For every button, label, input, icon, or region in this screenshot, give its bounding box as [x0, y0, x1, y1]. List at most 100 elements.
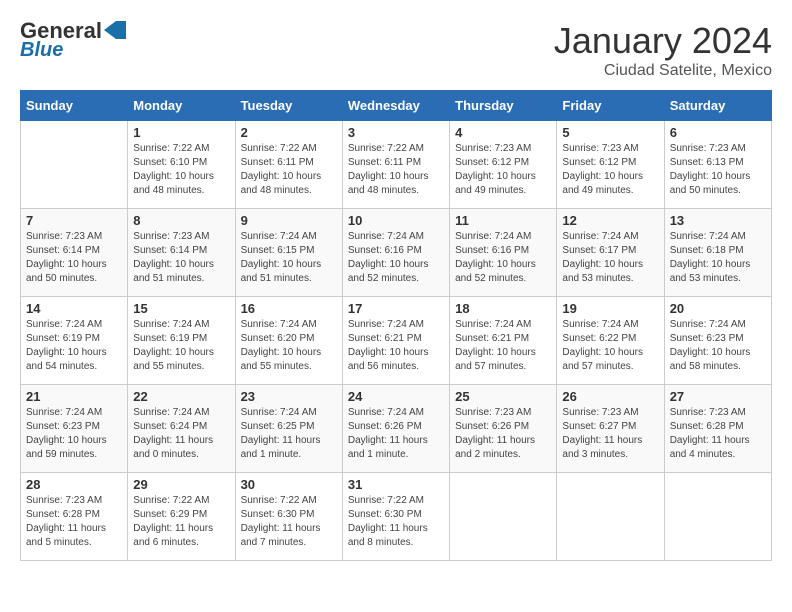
- calendar-week-row: 7 Sunrise: 7:23 AM Sunset: 6:14 PM Daylig…: [21, 209, 772, 297]
- day-info: Sunrise: 7:24 AM Sunset: 6:16 PM Dayligh…: [455, 230, 551, 286]
- calendar-day-cell: 3 Sunrise: 7:22 AM Sunset: 6:11 PM Daylig…: [342, 121, 449, 209]
- calendar-day-cell: 19 Sunrise: 7:24 AM Sunset: 6:22 PM Dayli…: [557, 297, 664, 385]
- day-number: 26: [562, 389, 658, 404]
- logo-text-blue: Blue: [20, 40, 63, 60]
- day-info: Sunrise: 7:24 AM Sunset: 6:23 PM Dayligh…: [26, 406, 122, 462]
- day-info: Sunrise: 7:22 AM Sunset: 6:10 PM Dayligh…: [133, 142, 229, 198]
- day-number: 25: [455, 389, 551, 404]
- day-number: 12: [562, 213, 658, 228]
- calendar-day-cell: 27 Sunrise: 7:23 AM Sunset: 6:28 PM Dayli…: [664, 385, 771, 473]
- calendar-day-cell: 21Sunrise: 7:24 AM Sunset: 6:23 PM Dayli…: [21, 385, 128, 473]
- calendar-day-cell: 23 Sunrise: 7:24 AM Sunset: 6:25 PM Dayli…: [235, 385, 342, 473]
- calendar-day-cell: 14 Sunrise: 7:24 AM Sunset: 6:19 PM Dayli…: [21, 297, 128, 385]
- calendar-week-row: 14 Sunrise: 7:24 AM Sunset: 6:19 PM Dayli…: [21, 297, 772, 385]
- calendar-day-cell: 1 Sunrise: 7:22 AM Sunset: 6:10 PM Daylig…: [128, 121, 235, 209]
- calendar-day-cell: 22 Sunrise: 7:24 AM Sunset: 6:24 PM Dayli…: [128, 385, 235, 473]
- day-info: Sunrise: 7:24 AM Sunset: 6:19 PM Dayligh…: [133, 318, 229, 374]
- day-info: Sunrise: 7:22 AM Sunset: 6:30 PM Dayligh…: [241, 494, 337, 550]
- day-number: 23: [241, 389, 337, 404]
- day-info: Sunrise: 7:23 AM Sunset: 6:12 PM Dayligh…: [562, 142, 658, 198]
- day-info: Sunrise: 7:24 AM Sunset: 6:23 PM Dayligh…: [670, 318, 766, 374]
- column-header-sunday: Sunday: [21, 91, 128, 121]
- day-info: Sunrise: 7:24 AM Sunset: 6:21 PM Dayligh…: [455, 318, 551, 374]
- column-header-thursday: Thursday: [450, 91, 557, 121]
- day-info: Sunrise: 7:24 AM Sunset: 6:21 PM Dayligh…: [348, 318, 444, 374]
- day-info: Sunrise: 7:24 AM Sunset: 6:22 PM Dayligh…: [562, 318, 658, 374]
- calendar-day-cell: [450, 473, 557, 561]
- day-info: Sunrise: 7:24 AM Sunset: 6:25 PM Dayligh…: [241, 406, 337, 462]
- page-header: General Blue January 2024 Ciudad Satelit…: [20, 20, 772, 80]
- calendar-day-cell: 10Sunrise: 7:24 AM Sunset: 6:16 PM Dayli…: [342, 209, 449, 297]
- calendar-day-cell: 25 Sunrise: 7:23 AM Sunset: 6:26 PM Dayli…: [450, 385, 557, 473]
- day-number: 3: [348, 125, 444, 140]
- day-number: 6: [670, 125, 766, 140]
- day-number: 4: [455, 125, 551, 140]
- calendar-day-cell: 15Sunrise: 7:24 AM Sunset: 6:19 PM Dayli…: [128, 297, 235, 385]
- logo-icon: [104, 21, 126, 39]
- calendar-day-cell: 24 Sunrise: 7:24 AM Sunset: 6:26 PM Dayli…: [342, 385, 449, 473]
- calendar-day-cell: 13 Sunrise: 7:24 AM Sunset: 6:18 PM Dayli…: [664, 209, 771, 297]
- day-number: 17: [348, 301, 444, 316]
- day-info: Sunrise: 7:24 AM Sunset: 6:18 PM Dayligh…: [670, 230, 766, 286]
- day-info: Sunrise: 7:24 AM Sunset: 6:20 PM Dayligh…: [241, 318, 337, 374]
- day-info: Sunrise: 7:23 AM Sunset: 6:14 PM Dayligh…: [133, 230, 229, 286]
- day-info: Sunrise: 7:24 AM Sunset: 6:16 PM Dayligh…: [348, 230, 444, 286]
- day-info: Sunrise: 7:23 AM Sunset: 6:14 PM Dayligh…: [26, 230, 122, 286]
- day-number: 1: [133, 125, 229, 140]
- column-header-monday: Monday: [128, 91, 235, 121]
- day-number: 9: [241, 213, 337, 228]
- column-header-friday: Friday: [557, 91, 664, 121]
- calendar-day-cell: 7 Sunrise: 7:23 AM Sunset: 6:14 PM Daylig…: [21, 209, 128, 297]
- day-info: Sunrise: 7:23 AM Sunset: 6:13 PM Dayligh…: [670, 142, 766, 198]
- day-number: 27: [670, 389, 766, 404]
- day-number: 31: [348, 477, 444, 492]
- calendar-day-cell: 6 Sunrise: 7:23 AM Sunset: 6:13 PM Daylig…: [664, 121, 771, 209]
- day-info: Sunrise: 7:22 AM Sunset: 6:29 PM Dayligh…: [133, 494, 229, 550]
- calendar-day-cell: 17 Sunrise: 7:24 AM Sunset: 6:21 PM Dayli…: [342, 297, 449, 385]
- day-info: Sunrise: 7:24 AM Sunset: 6:24 PM Dayligh…: [133, 406, 229, 462]
- day-number: 13: [670, 213, 766, 228]
- calendar-day-cell: 30 Sunrise: 7:22 AM Sunset: 6:30 PM Dayli…: [235, 473, 342, 561]
- calendar-day-cell: [664, 473, 771, 561]
- calendar-day-cell: 20Sunrise: 7:24 AM Sunset: 6:23 PM Dayli…: [664, 297, 771, 385]
- calendar-table: SundayMondayTuesdayWednesdayThursdayFrid…: [20, 90, 772, 561]
- day-info: Sunrise: 7:22 AM Sunset: 6:11 PM Dayligh…: [348, 142, 444, 198]
- calendar-day-cell: 11 Sunrise: 7:24 AM Sunset: 6:16 PM Dayli…: [450, 209, 557, 297]
- day-number: 14: [26, 301, 122, 316]
- calendar-day-cell: 12 Sunrise: 7:24 AM Sunset: 6:17 PM Dayli…: [557, 209, 664, 297]
- day-info: Sunrise: 7:24 AM Sunset: 6:17 PM Dayligh…: [562, 230, 658, 286]
- day-number: 29: [133, 477, 229, 492]
- day-number: 30: [241, 477, 337, 492]
- day-info: Sunrise: 7:23 AM Sunset: 6:27 PM Dayligh…: [562, 406, 658, 462]
- day-number: 7: [26, 213, 122, 228]
- calendar-day-cell: 28Sunrise: 7:23 AM Sunset: 6:28 PM Dayli…: [21, 473, 128, 561]
- day-info: Sunrise: 7:24 AM Sunset: 6:19 PM Dayligh…: [26, 318, 122, 374]
- calendar-day-cell: 16 Sunrise: 7:24 AM Sunset: 6:20 PM Dayli…: [235, 297, 342, 385]
- day-number: 18: [455, 301, 551, 316]
- calendar-day-cell: 8 Sunrise: 7:23 AM Sunset: 6:14 PM Daylig…: [128, 209, 235, 297]
- calendar-day-cell: 29 Sunrise: 7:22 AM Sunset: 6:29 PM Dayli…: [128, 473, 235, 561]
- calendar-week-row: 1 Sunrise: 7:22 AM Sunset: 6:10 PM Daylig…: [21, 121, 772, 209]
- calendar-day-cell: 4Sunrise: 7:23 AM Sunset: 6:12 PM Daylig…: [450, 121, 557, 209]
- calendar-day-cell: [21, 121, 128, 209]
- day-info: Sunrise: 7:24 AM Sunset: 6:26 PM Dayligh…: [348, 406, 444, 462]
- calendar-day-cell: 9Sunrise: 7:24 AM Sunset: 6:15 PM Daylig…: [235, 209, 342, 297]
- calendar-day-cell: [557, 473, 664, 561]
- day-number: 8: [133, 213, 229, 228]
- day-info: Sunrise: 7:23 AM Sunset: 6:26 PM Dayligh…: [455, 406, 551, 462]
- day-info: Sunrise: 7:22 AM Sunset: 6:30 PM Dayligh…: [348, 494, 444, 550]
- calendar-day-cell: 18 Sunrise: 7:24 AM Sunset: 6:21 PM Dayli…: [450, 297, 557, 385]
- day-number: 5: [562, 125, 658, 140]
- day-number: 22: [133, 389, 229, 404]
- calendar-day-cell: 5 Sunrise: 7:23 AM Sunset: 6:12 PM Daylig…: [557, 121, 664, 209]
- calendar-day-cell: 2Sunrise: 7:22 AM Sunset: 6:11 PM Daylig…: [235, 121, 342, 209]
- calendar-week-row: 21Sunrise: 7:24 AM Sunset: 6:23 PM Dayli…: [21, 385, 772, 473]
- column-header-saturday: Saturday: [664, 91, 771, 121]
- day-number: 19: [562, 301, 658, 316]
- title-block: January 2024 Ciudad Satelite, Mexico: [554, 20, 772, 80]
- day-info: Sunrise: 7:23 AM Sunset: 6:28 PM Dayligh…: [670, 406, 766, 462]
- day-number: 24: [348, 389, 444, 404]
- day-number: 11: [455, 213, 551, 228]
- day-number: 16: [241, 301, 337, 316]
- calendar-header-row: SundayMondayTuesdayWednesdayThursdayFrid…: [21, 91, 772, 121]
